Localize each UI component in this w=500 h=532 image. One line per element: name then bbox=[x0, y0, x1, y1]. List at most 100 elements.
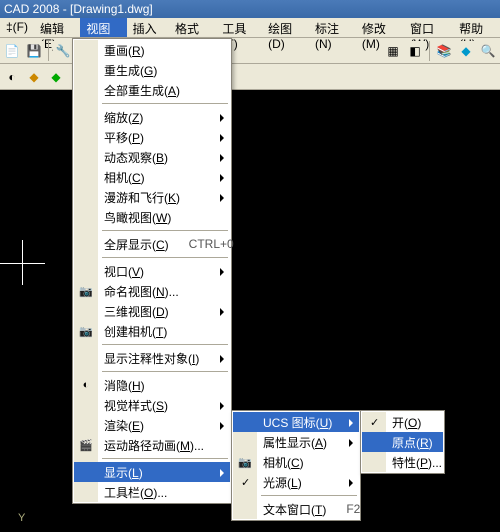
menu-item[interactable]: 鸟瞰视图(W) bbox=[74, 207, 230, 227]
menu-icon: 📷 bbox=[237, 454, 253, 470]
menu-item[interactable]: 漫游和飞行(K) bbox=[74, 187, 230, 207]
menu-item-label: 光源(L) bbox=[263, 474, 302, 491]
menu-item[interactable]: UCS 图标(U) bbox=[233, 412, 359, 432]
menu-item-label: 平移(P) bbox=[104, 129, 144, 146]
shortcut-label: CTRL+0 bbox=[169, 237, 234, 251]
tool-icon[interactable]: ◆ bbox=[46, 67, 66, 87]
menu-modify[interactable]: 修改(M) bbox=[356, 18, 404, 37]
menu-item-label: 工具栏(O)... bbox=[104, 484, 167, 501]
menu-item[interactable]: 全部重生成(A) bbox=[74, 80, 230, 100]
menu-item[interactable]: 重生成(G) bbox=[74, 60, 230, 80]
ucs-icon-submenu: ✓ 开(O) 原点(R) 特性(P)... bbox=[360, 410, 445, 474]
menu-item-label: 重画(R) bbox=[104, 42, 145, 59]
tool-icon[interactable]: ▦ bbox=[383, 41, 403, 61]
menu-separator bbox=[102, 458, 228, 459]
menu-separator bbox=[261, 495, 357, 496]
menu-item[interactable]: 属性显示(A) bbox=[233, 432, 359, 452]
menu-item-label: 运动路径动画(M)... bbox=[104, 437, 204, 454]
menu-item[interactable]: 平移(P) bbox=[74, 127, 230, 147]
separator bbox=[429, 41, 430, 61]
menu-view[interactable]: 视图(V) bbox=[80, 18, 126, 37]
title-bar: CAD 2008 - [Drawing1.dwg] bbox=[0, 0, 500, 18]
menu-tools[interactable]: 工具(T) bbox=[216, 18, 262, 37]
menu-item[interactable]: 全屏显示(C)CTRL+0 bbox=[74, 234, 230, 254]
menu-dimension[interactable]: 标注(N) bbox=[309, 18, 356, 37]
menu-item-label: 渲染(E) bbox=[104, 417, 144, 434]
menu-item[interactable]: 显示注释性对象(I) bbox=[74, 348, 230, 368]
menu-item[interactable]: 相机(C) bbox=[74, 167, 230, 187]
menu-item[interactable]: ✓ 开(O) bbox=[362, 412, 443, 432]
book-icon[interactable]: 📚 bbox=[434, 41, 454, 61]
menu-item-label: 开(O) bbox=[392, 414, 421, 431]
ucs-indicator: Y bbox=[18, 512, 25, 524]
menu-item-label: 相机(C) bbox=[104, 169, 145, 186]
menu-item[interactable]: 动态观察(B) bbox=[74, 147, 230, 167]
menu-item-label: 视觉样式(S) bbox=[104, 397, 168, 414]
menu-format[interactable]: 格式(O) bbox=[169, 18, 216, 37]
menu-draw[interactable]: 绘图(D) bbox=[262, 18, 309, 37]
menu-item[interactable]: 渲染(E) bbox=[74, 415, 230, 435]
menu-item[interactable]: 特性(P)... bbox=[362, 452, 443, 472]
menu-item-label: 显示(L) bbox=[104, 464, 143, 481]
tool-icon[interactable]: ◧ bbox=[405, 41, 425, 61]
menu-item[interactable]: 文本窗口(T)F2 bbox=[233, 499, 359, 519]
submenu-arrow-icon bbox=[220, 308, 224, 316]
menu-item-label: 文本窗口(T) bbox=[263, 501, 326, 518]
menu-item-label: 原点(R) bbox=[392, 434, 433, 451]
menu-item[interactable]: ✓ 光源(L) bbox=[233, 472, 359, 492]
tool-icon[interactable]: 🔧 bbox=[53, 41, 73, 61]
menu-item-label: 动态观察(B) bbox=[104, 149, 168, 166]
tool-icon[interactable]: ◐ bbox=[2, 67, 22, 87]
menu-item-label: 漫游和飞行(K) bbox=[104, 189, 180, 206]
menu-item[interactable]: 📷 相机(C) bbox=[233, 452, 359, 472]
tool-icon[interactable]: ◆ bbox=[24, 67, 44, 87]
menu-item-label: 创建相机(T) bbox=[104, 323, 167, 340]
submenu-arrow-icon bbox=[220, 194, 224, 202]
menu-window[interactable]: 窗口(W) bbox=[404, 18, 453, 37]
menu-bar: ‡(F) 编辑(E) 视图(V) 插入(I) 格式(O) 工具(T) 绘图(D)… bbox=[0, 18, 500, 38]
menu-file[interactable]: ‡(F) bbox=[0, 18, 34, 37]
menu-item[interactable]: 视觉样式(S) bbox=[74, 395, 230, 415]
menu-item-label: 命名视图(N)... bbox=[104, 283, 179, 300]
menu-item-label: UCS 图标(U) bbox=[263, 414, 332, 431]
menu-item[interactable]: 重画(R) bbox=[74, 40, 230, 60]
submenu-arrow-icon bbox=[220, 469, 224, 477]
submenu-arrow-icon bbox=[220, 114, 224, 122]
checkmark-icon: ✓ bbox=[241, 476, 250, 489]
menu-item[interactable]: 🎬 运动路径动画(M)... bbox=[74, 435, 230, 455]
submenu-arrow-icon bbox=[220, 154, 224, 162]
menu-item[interactable]: 三维视图(D) bbox=[74, 301, 230, 321]
display-submenu: UCS 图标(U)属性显示(A) 📷 相机(C) ✓ 光源(L) 文本窗口(T)F2 bbox=[231, 410, 361, 521]
menu-edit[interactable]: 编辑(E) bbox=[34, 18, 80, 37]
menu-item[interactable]: 📷 创建相机(T) bbox=[74, 321, 230, 341]
menu-item[interactable]: 📷 命名视图(N)... bbox=[74, 281, 230, 301]
layer-icon[interactable]: ◆ bbox=[456, 41, 476, 61]
menu-separator bbox=[102, 371, 228, 372]
tool-icon[interactable]: 🔍 bbox=[478, 41, 498, 61]
menu-item[interactable]: 工具栏(O)... bbox=[74, 482, 230, 502]
menu-item-label: 相机(C) bbox=[263, 454, 304, 471]
menu-item[interactable]: 原点(R) bbox=[362, 432, 443, 452]
view-menu: 重画(R)重生成(G) 全部重生成(A) 缩放(Z) 平移(P) 动态观察(B) 相机(C… bbox=[72, 38, 232, 504]
menu-item-label: 消隐(H) bbox=[104, 377, 145, 394]
menu-icon: 📷 bbox=[78, 283, 94, 299]
menu-icon: 📷 bbox=[78, 323, 94, 339]
menu-item-label: 全部重生成(A) bbox=[104, 82, 180, 99]
submenu-arrow-icon bbox=[220, 422, 224, 430]
menu-insert[interactable]: 插入(I) bbox=[127, 18, 169, 37]
menu-item[interactable]: 视口(V) bbox=[74, 261, 230, 281]
menu-item-label: 全屏显示(C) bbox=[104, 236, 169, 253]
menu-item[interactable]: 显示(L) bbox=[74, 462, 230, 482]
menu-item[interactable]: 缩放(Z) bbox=[74, 107, 230, 127]
menu-icon: 🎬 bbox=[78, 437, 94, 453]
menu-item-label: 特性(P)... bbox=[392, 454, 442, 471]
menu-help[interactable]: 帮助(H) bbox=[453, 18, 500, 37]
submenu-arrow-icon bbox=[220, 134, 224, 142]
checkmark-icon: ✓ bbox=[370, 416, 379, 429]
submenu-arrow-icon bbox=[220, 268, 224, 276]
menu-item[interactable]: ◐消隐(H) bbox=[74, 375, 230, 395]
save-icon[interactable]: 💾 bbox=[24, 41, 44, 61]
new-icon[interactable]: 📄 bbox=[2, 41, 22, 61]
submenu-arrow-icon bbox=[349, 419, 353, 427]
menu-separator bbox=[102, 257, 228, 258]
